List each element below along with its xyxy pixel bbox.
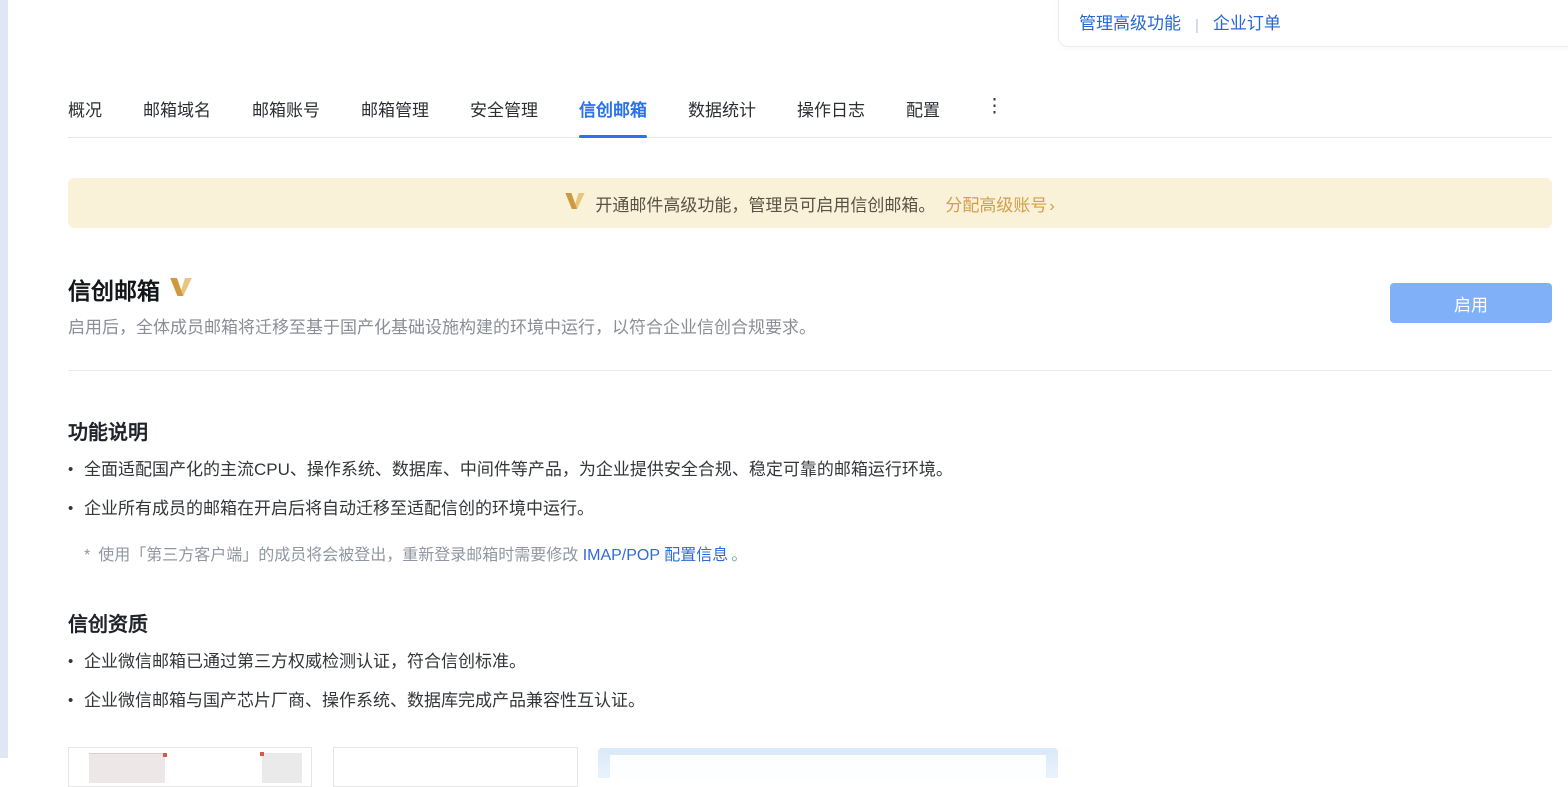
page-title-row: 信创邮箱 xyxy=(68,272,192,306)
certificate-thumbnail xyxy=(610,755,1046,778)
imap-pop-config-link[interactable]: IMAP/POP 配置信息 xyxy=(583,547,729,564)
v-premium-icon xyxy=(170,278,192,301)
tab-operation-log[interactable]: 操作日志 xyxy=(797,96,865,138)
assign-premium-account-link[interactable]: 分配高级账号› xyxy=(945,191,1054,216)
tab-mail-management[interactable]: 邮箱管理 xyxy=(361,96,429,138)
tab-bar: 概况 邮箱域名 邮箱账号 邮箱管理 安全管理 信创邮箱 数据统计 操作日志 配置… xyxy=(68,96,1008,138)
note-suffix: 。 xyxy=(731,547,747,564)
qualifications-list: 企业微信邮箱已通过第三方权威检测认证，符合信创标准。 企业微信邮箱与国产芯片厂商… xyxy=(68,650,1218,728)
tab-data-statistics[interactable]: 数据统计 xyxy=(688,96,756,138)
tab-xinchuang-mail[interactable]: 信创邮箱 xyxy=(579,96,647,138)
certificate-card xyxy=(68,747,312,787)
tab-mail-account[interactable]: 邮箱账号 xyxy=(252,96,320,138)
link-divider: | xyxy=(1195,17,1199,34)
tab-security-management[interactable]: 安全管理 xyxy=(470,96,538,138)
manage-premium-features-link[interactable]: 管理高级功能 xyxy=(1079,9,1181,34)
tab-mail-domain[interactable]: 邮箱域名 xyxy=(143,96,211,138)
enterprise-orders-link[interactable]: 企业订单 xyxy=(1213,9,1281,34)
feature-item: 全面适配国产化的主流CPU、操作系统、数据库、中间件等产品，为企业提供安全合规、… xyxy=(68,458,1218,482)
third-party-client-note: * 使用「第三方客户端」的成员将会被登出，重新登录邮箱时需要修改 IMAP/POP… xyxy=(84,541,747,565)
more-tabs-kebab-icon[interactable]: ⋮ xyxy=(981,96,1008,118)
note-text: 使用「第三方客户端」的成员将会被登出，重新登录邮箱时需要修改 xyxy=(98,547,582,564)
banner-message: 开通邮件高级功能，管理员可启用信创邮箱。 xyxy=(595,191,935,216)
certificate-card xyxy=(333,747,578,787)
tab-configuration[interactable]: 配置 xyxy=(906,96,940,138)
page-description: 启用后，全体成员邮箱将迁移至基于国产化基础设施构建的环境中运行，以符合企业信创合… xyxy=(68,313,1168,338)
left-edge-strip xyxy=(0,0,8,758)
features-heading: 功能说明 xyxy=(68,416,148,445)
qualification-item: 企业微信邮箱与国产芯片厂商、操作系统、数据库完成产品兼容性互认证。 xyxy=(68,689,1218,713)
assign-premium-account-label: 分配高级账号 xyxy=(945,196,1047,215)
feature-item: 企业所有成员的邮箱在开启后将自动迁移至适配信创的环境中运行。 xyxy=(68,497,1218,521)
certificate-card xyxy=(598,748,1058,778)
qualifications-heading: 信创资质 xyxy=(68,608,148,637)
tab-overview[interactable]: 概况 xyxy=(68,96,102,138)
chevron-right-icon: › xyxy=(1049,198,1054,215)
note-asterisk: * xyxy=(84,547,90,564)
header-quick-links-card: 管理高级功能 | 企业订单 xyxy=(1058,0,1568,47)
enable-button[interactable]: 启用 xyxy=(1390,283,1552,323)
qualification-item: 企业微信邮箱已通过第三方权威检测认证，符合信创标准。 xyxy=(68,650,1218,674)
features-list: 全面适配国产化的主流CPU、操作系统、数据库、中间件等产品，为企业提供安全合规、… xyxy=(68,458,1218,536)
section-divider xyxy=(68,370,1552,371)
v-premium-icon xyxy=(565,193,585,214)
page-title: 信创邮箱 xyxy=(68,272,160,306)
premium-notice-banner: 开通邮件高级功能，管理员可启用信创邮箱。 分配高级账号› xyxy=(68,178,1552,228)
